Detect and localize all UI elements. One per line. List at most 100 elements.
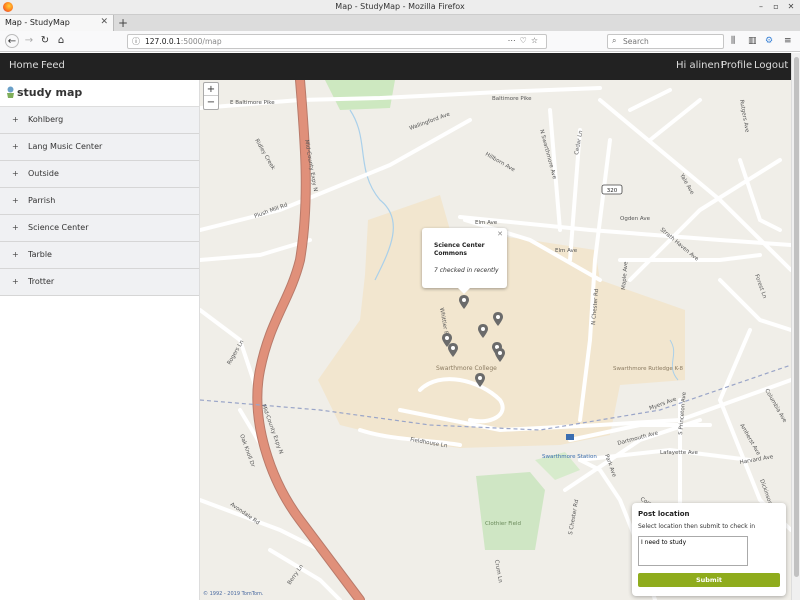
url-bar[interactable]: ⓘ 127.0.0.1:5000/map ⋯♡☆ xyxy=(127,34,547,49)
location-popup: ✕ Science Center Commons 7 checked in re… xyxy=(422,228,507,294)
street-label: Elm Ave xyxy=(555,248,578,254)
post-heading: Post location xyxy=(638,510,690,518)
extension-icon[interactable]: ⚙ xyxy=(765,36,773,46)
close-popup-icon[interactable]: ✕ xyxy=(497,230,503,238)
post-hint: Select location then submit to check in xyxy=(638,523,756,530)
location-item[interactable]: + Kohlberg xyxy=(0,107,199,134)
expand-icon: + xyxy=(12,169,19,178)
location-sidebar: study map + Kohlberg + Lang Music Center +… xyxy=(0,80,200,600)
location-marker-icon[interactable] xyxy=(459,295,469,309)
popup-location-name: Science Center Commons xyxy=(434,242,485,257)
expand-icon: + xyxy=(12,142,19,151)
expand-icon: + xyxy=(12,223,19,232)
sidebar-icon[interactable]: ▥ xyxy=(748,36,757,46)
location-item[interactable]: + Trotter xyxy=(0,269,199,296)
expand-icon: + xyxy=(12,115,19,124)
street-label: Myers Ave xyxy=(649,396,678,412)
info-icon[interactable]: ⓘ xyxy=(132,36,140,47)
submit-button[interactable]: Submit xyxy=(638,573,780,587)
location-item[interactable]: + Science Center xyxy=(0,215,199,242)
popup-checkin-count: 7 checked in recently xyxy=(434,267,499,274)
street-label: Ogden Ave xyxy=(620,216,651,222)
street-label: S Chester Rd xyxy=(568,499,580,535)
location-marker-icon[interactable] xyxy=(475,373,485,387)
route-shield-label: 320 xyxy=(607,188,618,194)
street-label: Oak Knoll Dr xyxy=(238,434,256,469)
street-label: Harvard Ave xyxy=(739,454,774,466)
menu-icon[interactable]: ≡ xyxy=(784,36,792,46)
tab-title: Map - StudyMap xyxy=(5,18,70,27)
library-icon[interactable]: ⫼ xyxy=(731,36,735,46)
close-tab-icon[interactable]: ✕ xyxy=(100,17,108,27)
street-label: Crum Ln xyxy=(493,559,503,583)
street-label: Baltimore Pike xyxy=(492,96,532,102)
app-navbar: Home Feed Hi alinen! Profile Logout xyxy=(0,53,791,80)
minimize-icon[interactable]: – xyxy=(756,2,766,12)
brand-name: study map xyxy=(17,86,83,99)
expand-icon: + xyxy=(12,196,19,205)
window-title: Map - StudyMap - Mozilla Firefox xyxy=(335,2,465,11)
street-label: Plush Mill Rd xyxy=(254,202,289,220)
street-label: S Princeton Ave xyxy=(678,391,688,435)
nav-greeting: Hi alinen! xyxy=(676,60,724,71)
home-icon[interactable]: ⌂ xyxy=(54,34,68,48)
nav-logout-link[interactable]: Logout xyxy=(754,60,788,71)
reload-icon[interactable]: ↻ xyxy=(38,34,52,48)
street-label: Rutgers Ave xyxy=(738,99,750,133)
street-label: Hillborn Ave xyxy=(484,152,516,174)
navigation-toolbar: ← → ↻ ⌂ ⓘ 127.0.0.1:5000/map ⋯♡☆ ⌕ ⫼ ▥ ⚙… xyxy=(0,31,800,52)
search-input[interactable] xyxy=(623,36,721,47)
post-message-input[interactable]: I need to study xyxy=(638,536,748,566)
street-label: Cedar Ln xyxy=(574,130,584,156)
location-marker-icon[interactable] xyxy=(493,312,503,326)
map-attribution[interactable]: © 1992 - 2019 TomTom. xyxy=(203,591,263,597)
url-text: 127.0.0.1:5000/map xyxy=(145,37,222,46)
popup-tip xyxy=(458,288,470,294)
nav-feed-link[interactable]: Feed xyxy=(41,60,65,71)
new-tab-icon[interactable]: + xyxy=(118,16,128,30)
location-item[interactable]: + Parrish xyxy=(0,188,199,215)
study-map-logo-icon xyxy=(7,86,14,98)
location-marker-icon[interactable] xyxy=(448,343,458,357)
street-label: Dartmouth Ave xyxy=(617,430,659,447)
page-actions-icon[interactable]: ⋯♡☆ xyxy=(508,36,542,45)
scrollbar-thumb[interactable] xyxy=(794,57,799,577)
street-label: Wallingford Ave xyxy=(409,111,452,131)
zoom-control: + − xyxy=(203,82,219,110)
nav-profile-link[interactable]: Profile xyxy=(721,60,752,71)
scrollbar[interactable] xyxy=(791,53,800,600)
street-label: Columbia Ave xyxy=(763,388,787,424)
window-titlebar: Map - StudyMap - Mozilla Firefox – ▫ ✕ xyxy=(0,0,800,15)
location-marker-icon[interactable] xyxy=(478,324,488,338)
field-label: Clothier Field xyxy=(485,521,521,527)
tab-bar: Map - StudyMap ✕ + xyxy=(0,15,800,31)
street-label: E Baltimore Pike xyxy=(230,100,275,106)
post-location-panel: Post location Select location then submi… xyxy=(632,503,786,596)
campus-label: Swarthmore College xyxy=(436,365,497,372)
maximize-icon[interactable]: ▫ xyxy=(771,2,781,12)
expand-icon: + xyxy=(12,277,19,286)
station-label: Swarthmore Station xyxy=(542,454,597,460)
brand: study map xyxy=(0,80,199,107)
street-label: Lafayette Ave xyxy=(660,450,699,456)
zoom-out-button[interactable]: − xyxy=(204,96,218,109)
location-item[interactable]: + Tarble xyxy=(0,242,199,269)
street-label: Elm Ave xyxy=(475,220,498,226)
tab-map[interactable]: Map - StudyMap ✕ xyxy=(0,15,114,31)
street-label: Maple Ave xyxy=(621,261,630,290)
street-label: Ridley Creek xyxy=(253,138,276,172)
close-window-icon[interactable]: ✕ xyxy=(786,2,796,12)
clothier-field-area xyxy=(476,472,545,550)
search-icon: ⌕ xyxy=(612,36,617,45)
location-item[interactable]: + Outside xyxy=(0,161,199,188)
back-icon[interactable]: ← xyxy=(5,34,19,48)
search-bar[interactable]: ⌕ xyxy=(607,34,724,49)
street-label: Forest Ln xyxy=(753,274,767,300)
location-item[interactable]: + Lang Music Center xyxy=(0,134,199,161)
location-marker-icon[interactable] xyxy=(495,348,505,362)
expand-icon: + xyxy=(12,250,19,259)
school-label: Swarthmore Rutledge K-8 xyxy=(613,366,684,372)
nav-home-link[interactable]: Home xyxy=(9,60,39,71)
zoom-in-button[interactable]: + xyxy=(204,83,218,96)
forward-icon[interactable]: → xyxy=(22,34,36,48)
